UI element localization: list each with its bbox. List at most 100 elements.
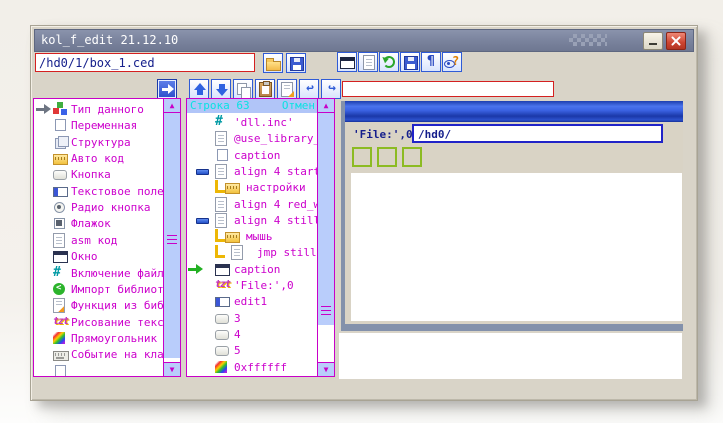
minimize-icon xyxy=(649,43,657,45)
form-green-box[interactable] xyxy=(352,147,372,167)
form-preview-titlebar[interactable] xyxy=(345,101,683,122)
radio-icon xyxy=(54,202,65,213)
tree-item-label: 3 xyxy=(234,311,241,326)
form-file-input[interactable] xyxy=(412,124,663,143)
paste-button[interactable] xyxy=(255,79,275,99)
component-list-scrollbar[interactable]: ▲ ▼ xyxy=(163,99,180,376)
save-all-button[interactable] xyxy=(400,52,420,72)
layers-icon xyxy=(55,138,66,149)
move-down-button[interactable] xyxy=(211,79,231,99)
edit-button[interactable] xyxy=(277,79,297,99)
list-item[interactable]: _ xyxy=(34,363,163,376)
redo-button[interactable]: ↪ xyxy=(321,79,341,99)
list-item[interactable]: Прямоугольник xyxy=(34,330,163,347)
list-item[interactable]: asm код xyxy=(34,232,163,249)
list-item[interactable]: Радио кнопка xyxy=(34,199,163,216)
list-item[interactable]: #Включение файла xyxy=(34,265,163,282)
file-path-input[interactable] xyxy=(35,53,255,72)
tree-item[interactable]: tzt'File:',0 xyxy=(187,277,317,294)
tree-item-label: 5 xyxy=(234,343,241,358)
scrollbar-grip-icon xyxy=(167,235,177,244)
tree-item[interactable]: 4 xyxy=(187,326,317,343)
list-item[interactable]: Авто код xyxy=(34,150,163,167)
tree-item[interactable]: 5 xyxy=(187,342,317,359)
tree-item[interactable]: настройки xyxy=(187,179,317,196)
tree-item[interactable]: align 4 red_w xyxy=(187,196,317,213)
status-field[interactable] xyxy=(342,81,554,97)
list-item[interactable]: Кнопка xyxy=(34,166,163,183)
close-button[interactable] xyxy=(666,32,686,50)
refresh-button[interactable] xyxy=(379,52,399,72)
window-icon xyxy=(340,57,355,69)
list-item[interactable]: Текстовое поле xyxy=(34,183,163,200)
tree-item[interactable]: edit1 xyxy=(187,293,317,310)
scrollbar-thumb[interactable] xyxy=(164,113,180,358)
tree-item[interactable]: @use_library_ xyxy=(187,130,317,147)
tree-item[interactable]: 3 xyxy=(187,310,317,327)
undo-button[interactable]: ↩ xyxy=(299,79,319,99)
document-icon xyxy=(231,245,243,260)
collapse-icon[interactable] xyxy=(196,169,209,175)
source-view-button[interactable] xyxy=(358,52,378,72)
tree-item[interactable]: caption xyxy=(187,261,317,278)
copy-button[interactable] xyxy=(233,79,253,99)
scroll-up-button[interactable]: ▲ xyxy=(164,99,180,113)
scroll-down-button[interactable]: ▼ xyxy=(318,362,334,376)
window-title: kol_f_edit 21.12.10 xyxy=(41,33,178,47)
go-button[interactable] xyxy=(157,79,177,99)
pilcrow-icon: ¶ xyxy=(422,54,440,69)
txt-icon: tzt xyxy=(53,315,67,329)
txt-icon: tzt xyxy=(215,278,229,292)
formatting-marks-button[interactable]: ¶ xyxy=(421,52,441,72)
tree-item[interactable]: jmp still xyxy=(187,244,317,261)
list-item[interactable]: Событие на клав xyxy=(34,346,163,363)
list-item-label: Событие на клав xyxy=(71,347,163,362)
scroll-down-button[interactable]: ▼ xyxy=(164,362,180,376)
tree-header-cancel: Отмен xyxy=(282,99,315,113)
scrollbar-thumb[interactable] xyxy=(318,113,334,325)
form-green-box[interactable] xyxy=(402,147,422,167)
tree-item-label: 4 xyxy=(234,327,241,342)
tree-item[interactable]: align 4 still xyxy=(187,212,317,229)
list-item[interactable]: Окно xyxy=(34,248,163,265)
tree-item-label: caption xyxy=(234,262,280,277)
tree-item[interactable]: 0xffffff xyxy=(187,359,317,376)
checkbox-icon xyxy=(54,218,65,229)
window-preview-button[interactable] xyxy=(337,52,357,72)
keyboard-yellow-icon xyxy=(225,232,240,243)
arrow-up-icon xyxy=(194,83,206,96)
help-view-button[interactable]: ? xyxy=(442,52,462,72)
keyboard-yellow-icon xyxy=(53,154,68,165)
list-item-label: _ xyxy=(71,364,78,376)
list-item[interactable]: Структура xyxy=(34,134,163,151)
document-icon xyxy=(215,213,227,228)
open-file-button[interactable] xyxy=(263,53,283,73)
minimize-button[interactable] xyxy=(643,32,663,50)
refresh-icon xyxy=(383,56,395,68)
tree-item[interactable]: мышь xyxy=(187,228,317,245)
open-folder-icon xyxy=(266,61,281,71)
list-item[interactable]: Флажок xyxy=(34,215,163,232)
list-item[interactable]: tztРисование текст xyxy=(34,314,163,331)
keyboard-icon xyxy=(53,351,69,361)
tree-item[interactable]: #'dll.inc' xyxy=(187,114,317,131)
list-item[interactable]: Функция из библ xyxy=(34,297,163,314)
collapse-icon[interactable] xyxy=(196,218,209,224)
list-item-label: asm код xyxy=(71,233,117,248)
list-item-label: Радио кнопка xyxy=(71,200,150,215)
form-green-box[interactable] xyxy=(377,147,397,167)
title-bar[interactable]: kol_f_edit 21.12.10 xyxy=(34,29,694,52)
button-icon xyxy=(215,330,229,340)
scroll-up-button[interactable]: ▲ xyxy=(318,99,334,113)
move-up-button[interactable] xyxy=(189,79,209,99)
save-file-button[interactable] xyxy=(286,53,306,73)
list-item[interactable]: Тип данного xyxy=(34,101,163,118)
tree-item[interactable] xyxy=(187,375,317,376)
list-item[interactable]: Импорт библиоте xyxy=(34,281,163,298)
blocks-icon xyxy=(53,102,67,116)
tree-item[interactable]: align 4 start xyxy=(187,163,317,180)
code-tree-scrollbar[interactable]: ▲ ▼ xyxy=(317,99,334,376)
tree-item[interactable]: caption xyxy=(187,147,317,164)
list-item[interactable]: Переменная xyxy=(34,117,163,134)
tree-header-line: Строка 63 xyxy=(190,99,250,112)
